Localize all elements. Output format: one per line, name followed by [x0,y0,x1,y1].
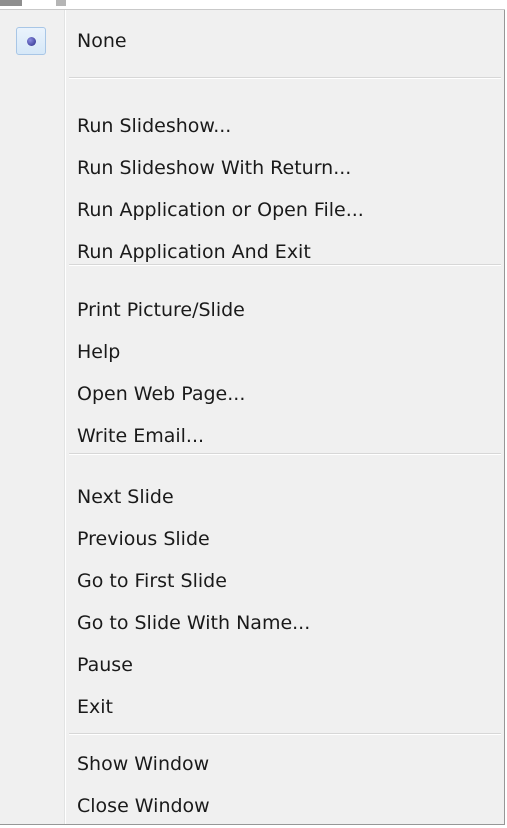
menu-item-label: Go to Slide With Name... [77,612,311,634]
menu-item-label: Next Slide [77,486,174,508]
menu-item-pause[interactable]: Pause [4,643,501,687]
radio-indicator [16,27,46,55]
menu-item-run-application-or-open-file[interactable]: Run Application or Open File... [4,188,501,232]
menu-separator [69,77,501,79]
menu-item-show-window[interactable]: Show Window [4,742,501,786]
menu-item-label: Run Slideshow... [77,115,232,137]
menu-item-help[interactable]: Help [4,330,501,374]
menu-item-go-to-first-slide[interactable]: Go to First Slide [4,559,501,603]
menu-item-label: Go to First Slide [77,570,227,592]
menu-item-label: Close Window [77,795,210,817]
menu-item-label: Write Email... [77,425,205,447]
menu-item-open-web-page[interactable]: Open Web Page... [4,372,501,416]
menu-item-go-to-slide-with-name[interactable]: Go to Slide With Name... [4,601,501,645]
menu-item-next-slide[interactable]: Next Slide [4,475,501,519]
menu-item-label: Run Application And Exit [77,241,311,263]
menu-top-edge [0,0,505,10]
menu-item-label: Pause [77,654,133,676]
menu-item-write-email[interactable]: Write Email... [4,414,501,458]
context-menu: None Run Slideshow... Run Slideshow With… [0,0,505,825]
menu-item-print-picture-slide[interactable]: Print Picture/Slide [4,288,501,332]
radio-dot-icon [27,37,36,46]
menu-item-label: Print Picture/Slide [77,299,245,321]
menu-item-exit[interactable]: Exit [4,685,501,729]
menu-item-label: Exit [77,696,113,718]
menu-item-close-window[interactable]: Close Window [4,784,501,828]
menu-item-label: Open Web Page... [77,383,246,405]
menu-item-run-slideshow-with-return[interactable]: Run Slideshow With Return... [4,146,501,190]
menu-item-label: None [77,30,127,52]
menu-item-run-slideshow[interactable]: Run Slideshow... [4,104,501,148]
menu-separator [69,453,501,455]
menu-separator [69,733,501,735]
menu-item-previous-slide[interactable]: Previous Slide [4,517,501,561]
menu-item-label: Show Window [77,753,210,775]
menu-item-label: Help [77,341,121,363]
menu-item-run-application-and-exit[interactable]: Run Application And Exit [4,230,501,274]
menu-item-label: Run Slideshow With Return... [77,157,352,179]
menu-item-none[interactable]: None [4,19,501,63]
menu-item-label: Previous Slide [77,528,210,550]
menu-separator [69,264,501,266]
menu-item-label: Run Application or Open File... [77,199,364,221]
